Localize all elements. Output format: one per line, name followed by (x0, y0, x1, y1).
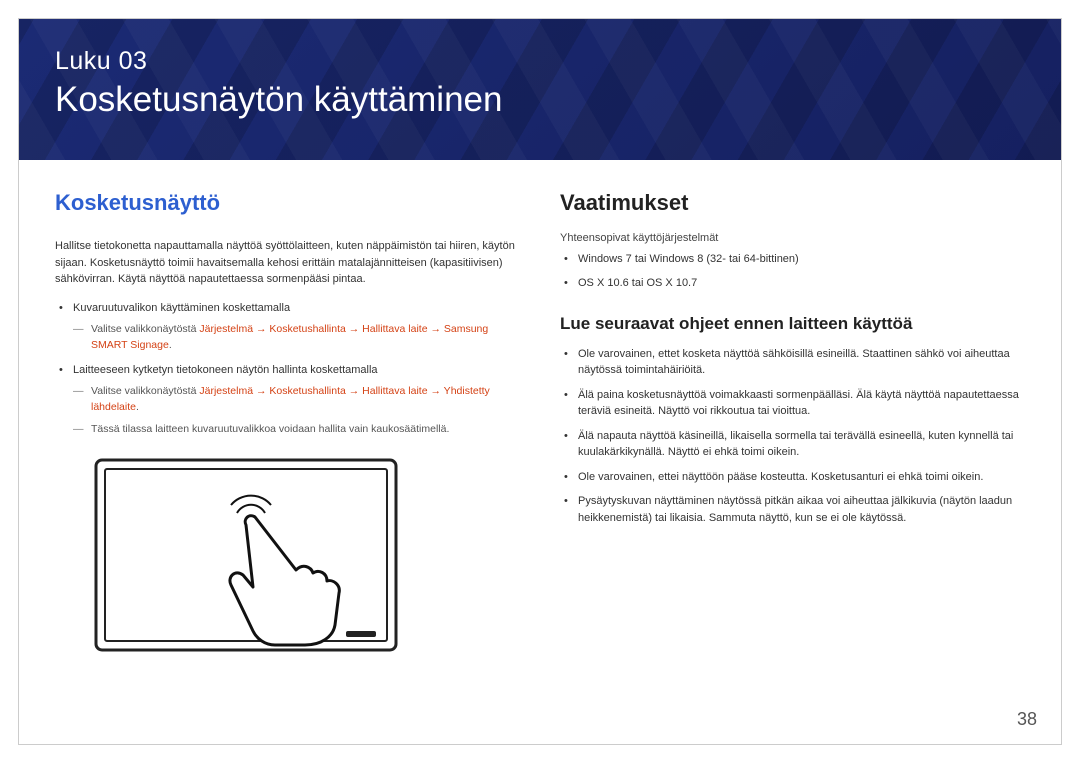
section-heading-touchscreen: Kosketusnäyttö (55, 190, 520, 216)
left-column: Kosketusnäyttö Hallitse tietokonetta nap… (55, 190, 520, 655)
manual-page: Luku 03 Kosketusnäytön käyttäminen Koske… (18, 18, 1062, 745)
sub-prefix: Valitse valikkonäytöstä (91, 323, 199, 335)
os-list: Windows 7 tai Windows 8 (32- tai 64-bitt… (560, 251, 1025, 292)
right-column: Vaatimukset Yhteensopivat käyttöjärjeste… (560, 190, 1025, 655)
bullet-text: Kuvaruutuvalikon käyttäminen koskettamal… (73, 302, 290, 314)
precaution-gloves: Älä napauta näyttöä käsineillä, likaisel… (578, 428, 1025, 461)
chapter-header: Luku 03 Kosketusnäytön käyttäminen (19, 19, 1061, 160)
precautions-list: Ole varovainen, ettet kosketa näyttöä sä… (560, 346, 1025, 527)
precaution-burnin: Pysäytyskuvan näyttäminen näytössä pitkä… (578, 493, 1025, 526)
precaution-moisture: Ole varovainen, ettei näyttöön pääse kos… (578, 469, 1025, 486)
period: . (136, 401, 139, 413)
left-bullet-list: Kuvaruutuvalikon käyttäminen koskettamal… (55, 300, 520, 438)
sub-prefix: Valitse valikkonäytöstä (91, 385, 199, 397)
sub-osd-path: Valitse valikkonäytöstä Järjestelmä → Ko… (91, 322, 520, 354)
touch-illustration (91, 455, 520, 655)
content-columns: Kosketusnäyttö Hallitse tietokonetta nap… (19, 160, 1061, 655)
chapter-title: Kosketusnäytön käyttäminen (55, 80, 1025, 120)
touchscreen-hand-icon (91, 455, 401, 655)
compatible-os-label: Yhteensopivat käyttöjärjestelmät (560, 230, 1025, 247)
bullet-text: Laitteeseen kytketyn tietokoneen näytön … (73, 364, 378, 376)
requirements-heading: Vaatimukset (560, 190, 1025, 216)
os-windows: Windows 7 tai Windows 8 (32- tai 64-bitt… (578, 251, 1025, 268)
sub-connected-path: Valitse valikkonäytöstä Järjestelmä → Ko… (91, 384, 520, 416)
precaution-static: Ole varovainen, ettet kosketa näyttöä sä… (578, 346, 1025, 379)
os-osx: OS X 10.6 tai OS X 10.7 (578, 275, 1025, 292)
chapter-label: Luku 03 (55, 47, 1025, 76)
period: . (169, 339, 172, 351)
page-number: 38 (1017, 709, 1037, 730)
read-before-heading: Lue seuraavat ohjeet ennen laitteen käyt… (560, 314, 1025, 334)
sub-remote-only: Tässä tilassa laitteen kuvaruutuvalikkoa… (91, 422, 520, 438)
bullet-osd-touch: Kuvaruutuvalikon käyttäminen koskettamal… (73, 300, 520, 354)
intro-paragraph: Hallitse tietokonetta napauttamalla näyt… (55, 238, 520, 288)
bullet-connected-device: Laitteeseen kytketyn tietokoneen näytön … (73, 362, 520, 438)
precaution-press: Älä paina kosketusnäyttöä voimakkaasti s… (578, 387, 1025, 420)
